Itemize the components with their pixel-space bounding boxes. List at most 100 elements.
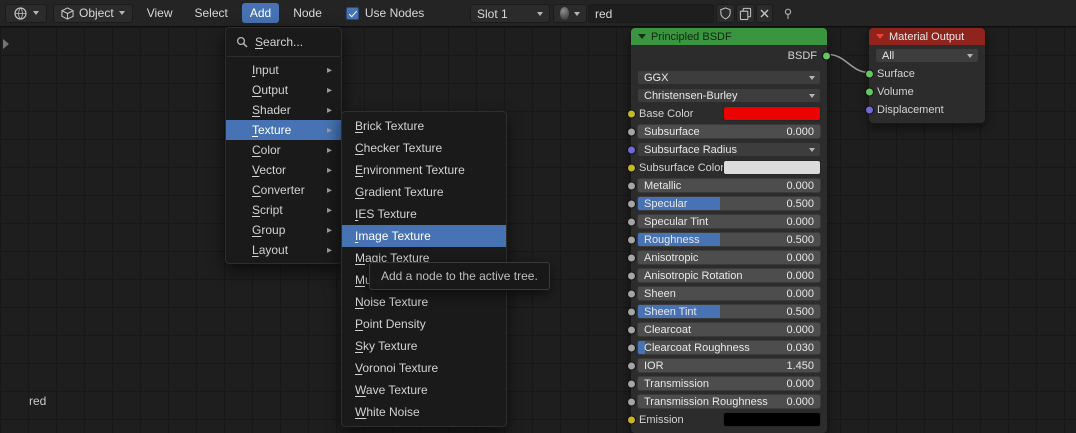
- menu-item-layout[interactable]: Layout: [226, 240, 341, 260]
- input-socket[interactable]: [627, 163, 636, 172]
- unlink-material-button[interactable]: [756, 4, 773, 23]
- value-slider[interactable]: Sheen Tint 0.500: [637, 304, 821, 319]
- collapse-icon[interactable]: [876, 34, 884, 39]
- menu-item-search[interactable]: Search...: [226, 31, 341, 53]
- value-slider[interactable]: Anisotropic Rotation 0.000: [637, 268, 821, 283]
- value-slider[interactable]: Specular 0.500: [637, 196, 821, 211]
- menu-item-wave-texture[interactable]: Wave Texture: [342, 379, 506, 401]
- material-output-node[interactable]: Material Output All Surface Volume Displ…: [865, 27, 986, 124]
- input-socket[interactable]: [627, 415, 636, 424]
- node-row-metallic: Metallic 0.000: [627, 178, 821, 193]
- row-label: Displacement: [877, 103, 944, 116]
- input-socket[interactable]: [627, 109, 636, 118]
- value-slider[interactable]: Anisotropic 0.000: [637, 250, 821, 265]
- input-socket[interactable]: [627, 145, 636, 154]
- value-slider[interactable]: Transmission 0.000: [637, 376, 821, 391]
- input-socket[interactable]: [627, 397, 636, 406]
- menu-item-input[interactable]: Input: [226, 60, 341, 80]
- color-swatch[interactable]: [723, 160, 821, 175]
- editor-type-button[interactable]: [5, 3, 47, 23]
- color-swatch[interactable]: [723, 412, 821, 427]
- color-swatch[interactable]: [723, 106, 821, 121]
- value-slider[interactable]: Specular Tint 0.000: [637, 214, 821, 229]
- shader-type-dropdown[interactable]: Object: [53, 3, 133, 23]
- input-socket[interactable]: [627, 361, 636, 370]
- subsurface-method-value: Christensen-Burley: [644, 89, 738, 102]
- value-slider[interactable]: Roughness 0.500: [637, 232, 821, 247]
- bsdf-output-socket[interactable]: [822, 51, 831, 60]
- input-socket[interactable]: [627, 271, 636, 280]
- volume-input-socket[interactable]: [865, 87, 874, 96]
- input-socket[interactable]: [627, 289, 636, 298]
- menu-item-converter[interactable]: Converter: [226, 180, 341, 200]
- surface-input-socket[interactable]: [865, 69, 874, 78]
- input-socket[interactable]: [627, 253, 636, 262]
- input-socket[interactable]: [627, 325, 636, 334]
- input-socket[interactable]: [627, 181, 636, 190]
- principled-bsdf-node[interactable]: Principled BSDF BSDF GGX Christensen-Bur…: [627, 27, 831, 433]
- sidebar-toggle-icon[interactable]: [3, 39, 9, 49]
- menu-item-image-texture[interactable]: Image Texture: [342, 225, 506, 247]
- distribution-dropdown[interactable]: GGX: [637, 70, 821, 85]
- menu-item-brick-texture[interactable]: Brick Texture: [342, 115, 506, 137]
- slider-value: 1.450: [786, 359, 814, 372]
- menu-item-point-density[interactable]: Point Density: [342, 313, 506, 335]
- input-socket[interactable]: [627, 379, 636, 388]
- menu-item-environment-texture[interactable]: Environment Texture: [342, 159, 506, 181]
- input-socket[interactable]: [627, 343, 636, 352]
- pin-button[interactable]: [779, 4, 796, 23]
- menu-item-color[interactable]: Color: [226, 140, 341, 160]
- value-slider[interactable]: IOR 1.450: [637, 358, 821, 373]
- use-nodes-checkbox[interactable]: [345, 6, 359, 20]
- submenu-arrow-icon: [327, 145, 332, 156]
- subsurface-method-dropdown[interactable]: Christensen-Burley: [637, 88, 821, 103]
- menu-item-shader[interactable]: Shader: [226, 100, 341, 120]
- slider-label: Specular: [644, 197, 688, 210]
- menu-item-checker-texture[interactable]: Checker Texture: [342, 137, 506, 159]
- input-socket[interactable]: [627, 217, 636, 226]
- input-socket[interactable]: [627, 199, 636, 208]
- chevron-down-icon: [574, 11, 580, 16]
- value-slider[interactable]: Metallic 0.000: [637, 178, 821, 193]
- input-socket[interactable]: [627, 235, 636, 244]
- slider-value: 0.000: [786, 215, 814, 228]
- input-socket[interactable]: [627, 127, 636, 136]
- menu-item-group[interactable]: Group: [226, 220, 341, 240]
- value-slider[interactable]: Clearcoat 0.000: [637, 322, 821, 337]
- fake-user-button[interactable]: [716, 4, 735, 23]
- browse-material-dropdown[interactable]: [553, 4, 587, 23]
- menu-add[interactable]: Add: [241, 3, 280, 23]
- object-icon: [61, 6, 74, 20]
- node-row-anisotropic: Anisotropic 0.000: [627, 250, 821, 265]
- menu-item-output[interactable]: Output: [226, 80, 341, 100]
- menu-item-sky-texture[interactable]: Sky Texture: [342, 335, 506, 357]
- node-header[interactable]: Material Output: [869, 28, 985, 45]
- value-slider[interactable]: Transmission Roughness 0.000: [637, 394, 821, 409]
- value-slider[interactable]: Subsurface 0.000: [637, 124, 821, 139]
- menu-item-ies-texture[interactable]: IES Texture: [342, 203, 506, 225]
- menu-item-texture[interactable]: Texture: [226, 120, 341, 140]
- target-dropdown[interactable]: All: [875, 48, 979, 63]
- slider-label: Transmission: [644, 377, 709, 390]
- menu-item-noise-texture[interactable]: Noise Texture: [342, 291, 506, 313]
- menu-item-gradient-texture[interactable]: Gradient Texture: [342, 181, 506, 203]
- slot-dropdown[interactable]: Slot 1: [470, 4, 550, 23]
- menu-item-voronoi-texture[interactable]: Voronoi Texture: [342, 357, 506, 379]
- menu-select[interactable]: Select: [186, 3, 235, 23]
- value-slider[interactable]: Sheen 0.000: [637, 286, 821, 301]
- displacement-input-socket[interactable]: [865, 105, 874, 114]
- collapse-icon[interactable]: [638, 34, 646, 39]
- menu-view[interactable]: View: [139, 3, 181, 23]
- new-material-button[interactable]: [736, 4, 755, 23]
- subsurface-radius-dropdown[interactable]: Subsurface Radius: [637, 142, 821, 157]
- menu-item-white-noise[interactable]: White Noise: [342, 401, 506, 423]
- menu-item-script[interactable]: Script: [226, 200, 341, 220]
- output-label: BSDF: [787, 49, 817, 62]
- node-row-anisotropic-rotation: Anisotropic Rotation 0.000: [627, 268, 821, 283]
- input-socket[interactable]: [627, 307, 636, 316]
- node-header[interactable]: Principled BSDF: [631, 28, 827, 45]
- material-name-field[interactable]: red: [588, 4, 714, 23]
- menu-node[interactable]: Node: [285, 3, 330, 23]
- value-slider[interactable]: Clearcoat Roughness 0.030: [637, 340, 821, 355]
- menu-item-vector[interactable]: Vector: [226, 160, 341, 180]
